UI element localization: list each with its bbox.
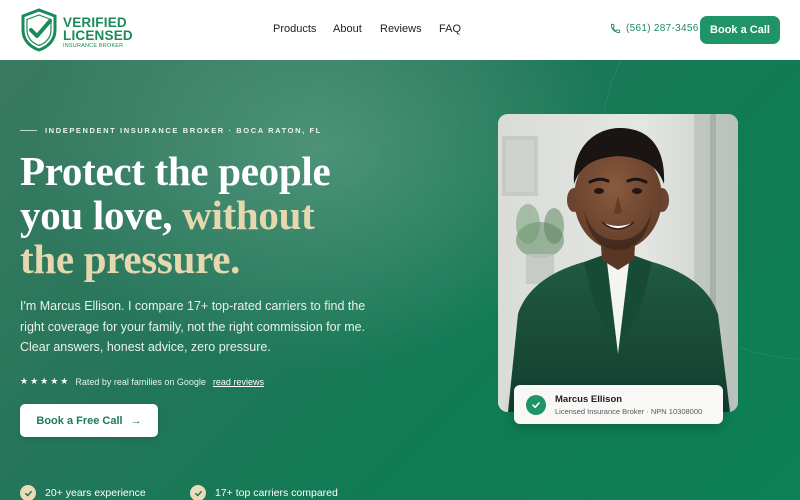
phone-link[interactable]: (561) 287-3456 <box>610 23 699 34</box>
site-header: VERIFIED LICENSED INSURANCE BROKER Produ… <box>0 0 800 60</box>
feature-text: 17+ top carriers compared <box>215 487 338 499</box>
book-call-button[interactable]: Book a Call <box>700 16 780 44</box>
brand-wordmark: VERIFIED LICENSED INSURANCE BROKER <box>63 16 133 50</box>
book-free-call-button[interactable]: Book a Free Call → <box>20 404 158 437</box>
eyebrow-divider <box>20 130 37 131</box>
nav-about[interactable]: About <box>333 23 362 35</box>
arrow-right-icon: → <box>130 414 142 427</box>
headline-line3: the pressure. <box>20 236 241 282</box>
cta-label: Book a Free Call <box>36 414 123 427</box>
nav-reviews[interactable]: Reviews <box>380 23 422 35</box>
broker-portrait-photo <box>498 114 738 412</box>
brand-subline: INSURANCE BROKER <box>63 43 124 49</box>
shield-check-icon <box>21 8 57 52</box>
brand-logo[interactable]: VERIFIED LICENSED INSURANCE BROKER <box>20 8 133 54</box>
headline-line1: Protect the people <box>20 148 331 194</box>
lead-line3: Clear answers, honest advice, zero press… <box>20 340 271 354</box>
lead-line2: right coverage for your family, not the … <box>20 319 366 334</box>
feature-text: 20+ years experience <box>45 487 146 499</box>
feature-carriers: 17+ top carriers compared <box>190 485 338 500</box>
phone-number: (561) 287-3456 <box>626 23 699 34</box>
lead-line1: I'm Marcus Ellison. I compare 17+ top-ra… <box>20 299 366 313</box>
phone-icon <box>610 23 621 34</box>
feature-experience: 20+ years experience <box>20 485 146 500</box>
brand-line2: LICENSED <box>63 28 133 43</box>
hero-headline: Protect the people you love, without the… <box>20 148 331 282</box>
rating-row: ★★★★★ Rated by real families on Google r… <box>20 376 264 387</box>
headline-line2: you love, without <box>20 193 330 237</box>
eyebrow-text: INDEPENDENT INSURANCE BROKER · BOCA RATO… <box>45 126 322 135</box>
read-reviews-link[interactable]: read reviews <box>213 377 264 387</box>
nav-products[interactable]: Products <box>273 23 316 35</box>
rating-text: Rated by real families on Google <box>75 376 206 387</box>
headline-line2-accent: without <box>182 192 315 238</box>
nav-faq[interactable]: FAQ <box>439 23 461 35</box>
broker-credentials: Licensed Insurance Broker · NPN 10308000 <box>555 407 703 416</box>
verified-check-icon <box>526 395 546 415</box>
headline-line2-main: you love, <box>20 192 183 238</box>
check-icon <box>190 485 206 500</box>
hero-eyebrow: INDEPENDENT INSURANCE BROKER · BOCA RATO… <box>20 126 322 135</box>
hero-description: I'm Marcus Ellison. I compare 17+ top-ra… <box>20 296 390 358</box>
broker-name: Marcus Ellison <box>555 394 623 405</box>
check-icon <box>20 485 36 500</box>
broker-badge-card: Marcus Ellison Licensed Insurance Broker… <box>514 385 723 424</box>
portrait-illustration <box>498 114 738 412</box>
star-rating-icons: ★★★★★ <box>20 376 71 386</box>
